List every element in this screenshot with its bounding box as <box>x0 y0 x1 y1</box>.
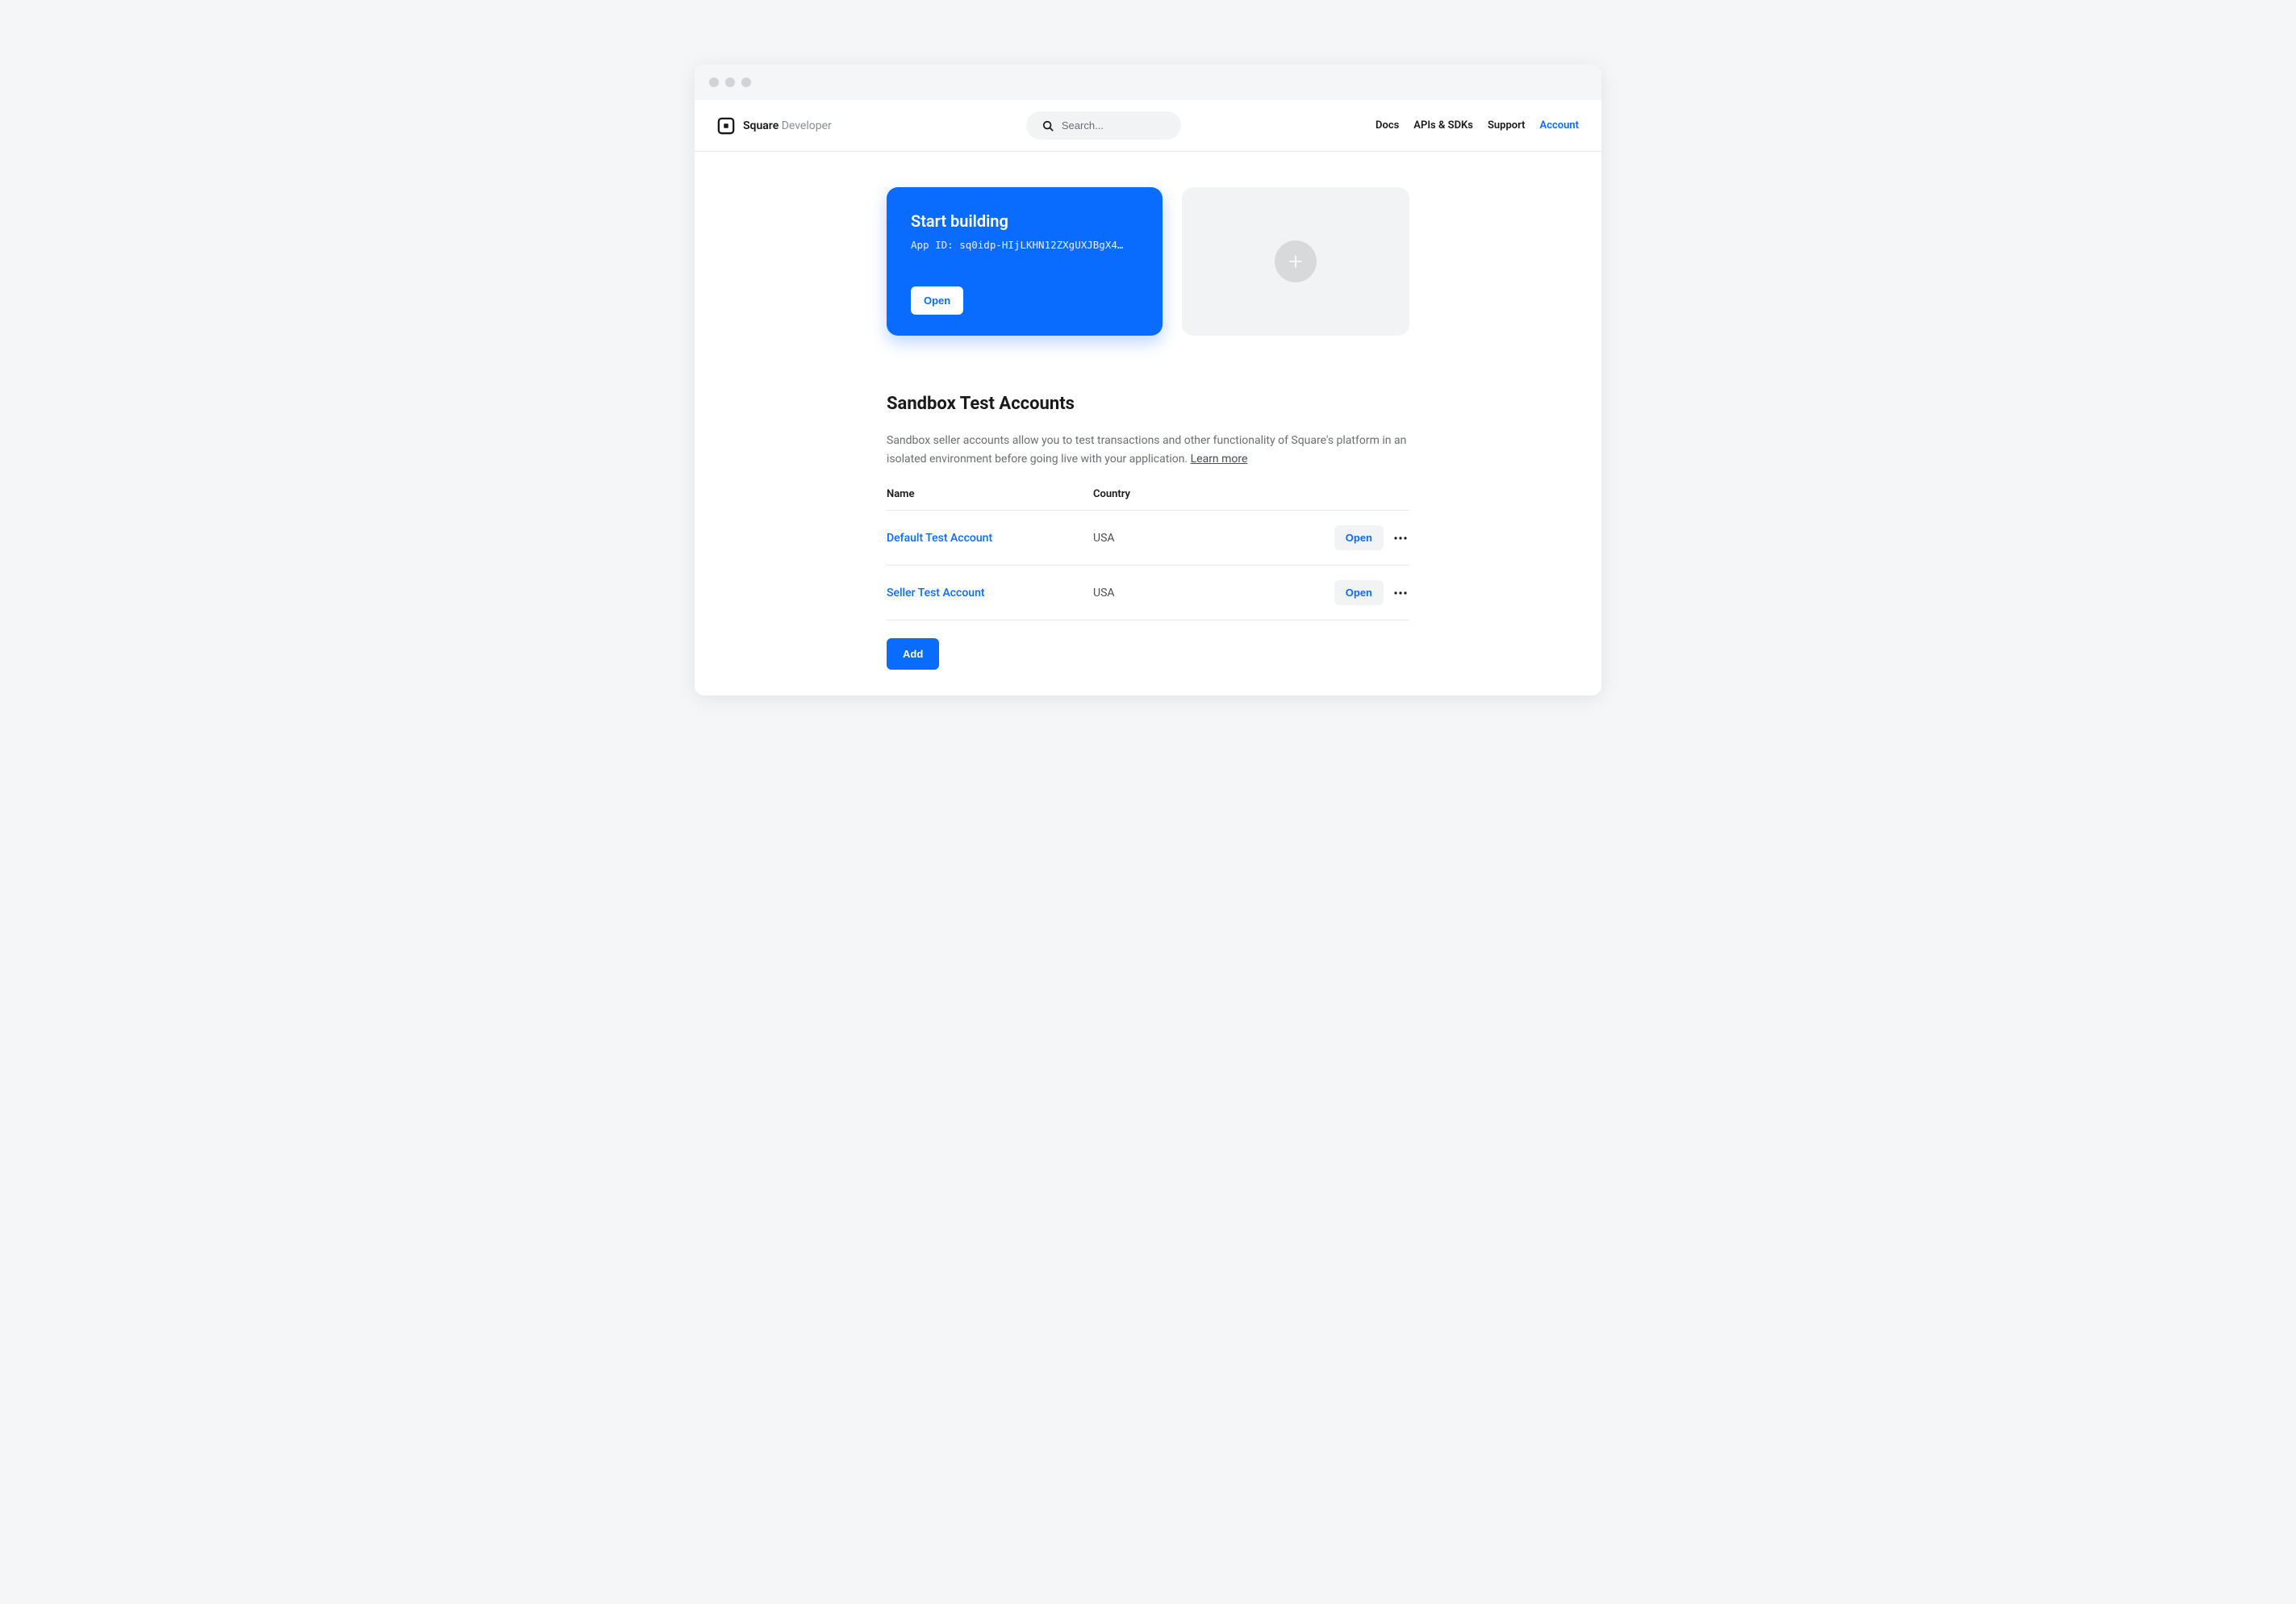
nav-account[interactable]: Account <box>1540 119 1579 132</box>
app-window: Square Developer Docs APIs & SDKs Suppor… <box>695 65 1601 695</box>
more-options-button[interactable] <box>1392 537 1409 540</box>
window-control-close[interactable] <box>709 77 719 87</box>
account-country: USA <box>1093 587 1313 599</box>
app-card-title: Start building <box>911 211 1138 231</box>
nav-support[interactable]: Support <box>1488 119 1526 132</box>
nav-apis[interactable]: APIs & SDKs <box>1413 119 1473 132</box>
sandbox-section-desc: Sandbox seller accounts allow you to tes… <box>887 432 1409 469</box>
open-app-button[interactable]: Open <box>911 286 963 315</box>
app-cards-row: Start building App ID: sq0idp-HIjLKHN12Z… <box>887 187 1409 336</box>
create-app-button[interactable] <box>1275 240 1317 282</box>
top-nav: Square Developer Docs APIs & SDKs Suppor… <box>695 100 1601 152</box>
accounts-table-header: Name Country <box>887 488 1409 511</box>
account-name-link[interactable]: Default Test Account <box>887 532 1093 545</box>
more-options-button[interactable] <box>1392 591 1409 595</box>
open-account-button[interactable]: Open <box>1334 580 1384 605</box>
col-header-actions <box>1313 488 1409 500</box>
nav-docs[interactable]: Docs <box>1376 119 1399 132</box>
plus-icon <box>1288 254 1303 269</box>
app-card: Start building App ID: sq0idp-HIjLKHN12Z… <box>887 187 1163 336</box>
main-content: Start building App ID: sq0idp-HIjLKHN12Z… <box>695 152 1601 695</box>
col-header-country: Country <box>1093 488 1313 500</box>
search-icon <box>1042 120 1054 132</box>
window-title-bar <box>695 65 1601 100</box>
dots-horizontal-icon <box>1394 537 1407 540</box>
sandbox-description-text: Sandbox seller accounts allow you to tes… <box>887 434 1406 466</box>
brand-text: Square Developer <box>743 119 832 132</box>
account-name-link[interactable]: Seller Test Account <box>887 587 1093 599</box>
col-header-name: Name <box>887 488 1093 500</box>
table-row: Default Test Account USA Open <box>887 511 1409 566</box>
window-control-minimize[interactable] <box>725 77 735 87</box>
table-row: Seller Test Account USA Open <box>887 566 1409 620</box>
brand[interactable]: Square Developer <box>717 117 832 135</box>
nav-links: Docs APIs & SDKs Support Account <box>1376 119 1579 132</box>
dots-horizontal-icon <box>1394 591 1407 595</box>
search-container[interactable] <box>1026 111 1181 140</box>
square-logo-icon <box>717 117 735 135</box>
add-account-button[interactable]: Add <box>887 638 939 670</box>
learn-more-link[interactable]: Learn more <box>1191 453 1248 466</box>
app-card-id: App ID: sq0idp-HIjLKHN12ZXgUXJBgX4… <box>911 239 1138 251</box>
create-app-card[interactable] <box>1182 187 1409 336</box>
content-inner: Start building App ID: sq0idp-HIjLKHN12Z… <box>887 187 1409 670</box>
account-country: USA <box>1093 532 1313 545</box>
sandbox-section-title: Sandbox Test Accounts <box>887 394 1409 414</box>
window-control-maximize[interactable] <box>741 77 751 87</box>
accounts-table: Name Country Default Test Account USA Op… <box>887 488 1409 620</box>
search-input[interactable] <box>1062 119 1165 132</box>
open-account-button[interactable]: Open <box>1334 525 1384 550</box>
